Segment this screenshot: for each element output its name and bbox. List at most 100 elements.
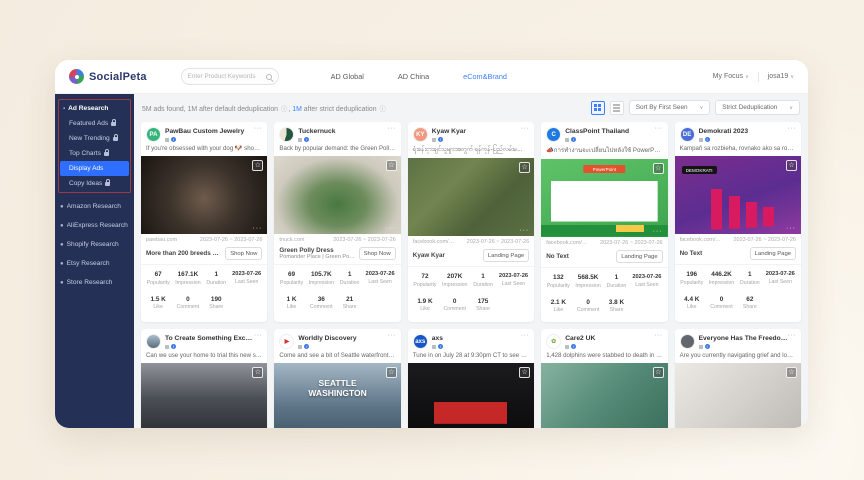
card-menu-button[interactable]: ··· — [788, 332, 797, 339]
advertiser-domain[interactable]: facebook.com/t*G... — [413, 239, 455, 245]
comment-label: Comment — [439, 306, 470, 312]
card-menu-button[interactable]: ··· — [654, 125, 663, 132]
favorite-star-icon[interactable]: ☆ — [519, 367, 530, 378]
ad-creative-image[interactable]: SEATTLE WASHINGTON ☆ ··· — [274, 363, 400, 428]
ad-creative-image[interactable]: ☆ ··· — [274, 156, 400, 234]
sidebar-item-new-trending[interactable]: New Trending — [60, 131, 129, 146]
ad-creative-image[interactable]: ☆ ··· — [408, 363, 534, 428]
sort-select[interactable]: Sort By First Seen∨ — [629, 100, 711, 115]
advertiser-name[interactable]: PawBau Custom Jewelry — [165, 128, 262, 135]
favorite-star-icon[interactable]: ☆ — [653, 163, 664, 174]
nav-ad-china[interactable]: AD China — [398, 72, 429, 81]
lock-icon — [105, 182, 110, 186]
ad-date-range: 2023-07-26 ~ 2023-07-26 — [467, 239, 530, 245]
cta-button[interactable]: Landing Page — [616, 250, 662, 263]
advertiser-name[interactable]: Care2 UK — [565, 335, 662, 342]
popularity-value: 67 — [144, 271, 172, 278]
advertiser-avatar[interactable]: ▶ — [279, 334, 294, 349]
sidebar-item-shopify-research[interactable]: ● Shopify Research — [55, 235, 134, 254]
info-icon[interactable]: ⓘ — [281, 103, 288, 113]
product-search-box[interactable] — [181, 68, 279, 85]
search-input[interactable] — [188, 73, 266, 80]
sidebar-item-display-ads[interactable]: Display Ads — [60, 161, 129, 176]
advertiser-name[interactable]: Demokrati 2023 — [699, 128, 796, 135]
image-actions-icon[interactable]: ··· — [252, 227, 262, 231]
card-menu-button[interactable]: ··· — [254, 125, 263, 132]
advertiser-domain[interactable]: pawbau.com — [146, 237, 177, 243]
advertiser-avatar[interactable]: axs — [413, 334, 428, 349]
store-icon: ● — [60, 280, 64, 286]
nav-ad-global[interactable]: AD Global — [331, 72, 364, 81]
favorite-star-icon[interactable]: ☆ — [519, 162, 530, 173]
info-icon[interactable]: ⓘ — [379, 103, 386, 113]
sidebar-item-featured-ads[interactable]: Featured Ads — [60, 116, 129, 131]
sidebar-item-etsy-research[interactable]: ● Etsy Research — [55, 254, 134, 273]
ad-creative-image[interactable]: ☆ ··· — [141, 156, 267, 234]
sidebar-item-top-charts[interactable]: Top Charts — [60, 146, 129, 161]
favorite-star-icon[interactable]: ☆ — [653, 367, 664, 378]
advertiser-avatar[interactable]: ✿ — [546, 334, 561, 349]
favorite-star-icon[interactable]: ☆ — [786, 160, 797, 171]
ad-creative-image[interactable]: ☆ ··· — [675, 363, 801, 428]
image-actions-icon[interactable]: ··· — [519, 229, 529, 233]
grid-view-button[interactable] — [591, 101, 605, 115]
cta-button[interactable]: Landing Page — [750, 247, 796, 260]
advertiser-domain[interactable]: facebook.com/r1... — [546, 240, 588, 246]
card-menu-button[interactable]: ··· — [387, 125, 396, 132]
search-icon[interactable] — [266, 74, 272, 80]
favorite-star-icon[interactable]: ☆ — [386, 367, 397, 378]
advertiser-avatar[interactable] — [680, 334, 695, 349]
favorite-star-icon[interactable]: ☆ — [252, 160, 263, 171]
cta-button[interactable]: Shop Now — [225, 247, 262, 260]
ad-creative-image[interactable]: DEMOKRATI ☆ ··· — [675, 156, 801, 234]
image-actions-icon[interactable]: ··· — [386, 227, 396, 231]
ad-creative-image[interactable]: ☆ ··· — [408, 158, 534, 236]
advertiser-name[interactable]: Tuckernuck — [298, 128, 395, 135]
cta-button[interactable]: Shop Now — [359, 247, 396, 260]
favorite-star-icon[interactable]: ☆ — [252, 367, 263, 378]
cta-button[interactable]: Landing Page — [483, 249, 529, 262]
favorite-star-icon[interactable]: ☆ — [386, 160, 397, 171]
advertiser-name[interactable]: Worldly Discovery — [298, 335, 395, 342]
card-menu-button[interactable]: ··· — [387, 332, 396, 339]
advertiser-name[interactable]: ClassPoint Thailand — [565, 128, 662, 135]
image-actions-icon[interactable]: ··· — [653, 230, 663, 234]
advertiser-name[interactable]: To Create Something Exceptio... — [165, 335, 262, 342]
nav-ecom-brand[interactable]: eCom&Brand — [463, 72, 507, 81]
sidebar-item-aliexpress-research[interactable]: ● AliExpress Research — [55, 216, 134, 235]
advertiser-avatar[interactable] — [279, 127, 294, 142]
card-menu-button[interactable]: ··· — [521, 332, 530, 339]
last-seen-label: Last Seen — [496, 281, 531, 287]
sidebar-item-ad-research[interactable]: ▪ Ad Research — [60, 101, 129, 116]
card-menu-button[interactable]: ··· — [521, 125, 530, 132]
advertiser-avatar[interactable]: C — [546, 127, 561, 142]
my-focus-menu[interactable]: My Focus∨ — [713, 73, 749, 80]
ad-creative-image[interactable]: ☆ ··· — [541, 363, 667, 428]
card-menu-button[interactable]: ··· — [254, 332, 263, 339]
app-logo[interactable]: SocialPeta — [69, 69, 147, 84]
advertiser-avatar[interactable]: DE — [680, 127, 695, 142]
deduplication-select[interactable]: Strict Deduplication∨ — [715, 100, 800, 115]
advertiser-name[interactable]: Kyaw Kyar — [432, 128, 529, 135]
sidebar-item-copy-ideas[interactable]: Copy Ideas — [60, 176, 129, 191]
advertiser-domain[interactable]: facebook.com/10... — [680, 237, 722, 243]
advertiser-domain[interactable]: tnuck.com — [279, 237, 304, 243]
ad-creative-image[interactable]: PowerPoint ☆ ··· — [541, 159, 667, 237]
ad-creative-image[interactable]: ☆ ··· — [141, 363, 267, 428]
user-account-menu[interactable]: josa19∨ — [768, 73, 794, 80]
ad-meta-row: tnuck.com 2023-07-26 ~ 2023-07-26 — [274, 234, 400, 245]
advertiser-avatar[interactable]: PA — [146, 127, 161, 142]
image-actions-icon[interactable]: ··· — [786, 227, 796, 231]
advertiser-avatar[interactable]: KY — [413, 127, 428, 142]
image-caption: PowerPoint — [584, 165, 626, 173]
advertiser-name[interactable]: axs — [432, 335, 529, 342]
list-view-button[interactable] — [610, 101, 624, 115]
card-menu-button[interactable]: ··· — [654, 332, 663, 339]
sidebar-item-store-research[interactable]: ● Store Research — [55, 273, 134, 292]
advertiser-name[interactable]: Everyone Has The Freedom To... — [699, 335, 796, 342]
advertiser-avatar[interactable] — [146, 334, 161, 349]
card-menu-button[interactable]: ··· — [788, 125, 797, 132]
impression-value: 446.2K — [706, 271, 737, 278]
favorite-star-icon[interactable]: ☆ — [786, 367, 797, 378]
sidebar-item-amazon-research[interactable]: ● Amazon Research — [55, 197, 134, 216]
